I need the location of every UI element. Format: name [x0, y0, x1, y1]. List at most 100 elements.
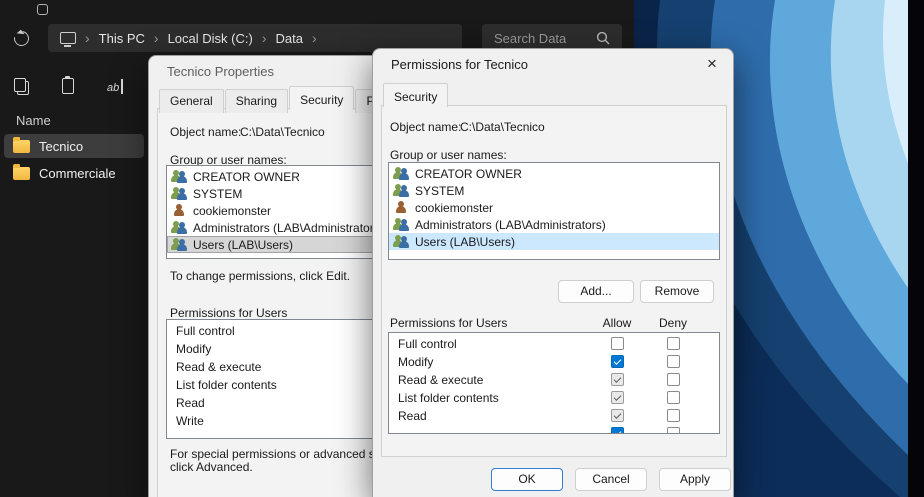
tab-sharing[interactable]: Sharing: [225, 89, 288, 113]
object-name-value: C:\Data\Tecnico: [460, 120, 545, 134]
explorer-toolbar: ab: [14, 76, 123, 96]
this-pc-icon[interactable]: [60, 32, 76, 44]
group-icon: [172, 170, 188, 183]
permission-label: Full control: [398, 337, 457, 351]
permissions-dialog-title-text: Permissions for Tecnico: [391, 57, 528, 72]
folder-icon: [13, 167, 30, 180]
group-icon: [394, 184, 410, 197]
permissions-tabs: Security: [383, 83, 449, 107]
screen-edge-strip: [908, 0, 924, 497]
list-item[interactable]: SYSTEM: [389, 182, 719, 199]
user-icon: [394, 201, 410, 214]
deny-checkbox[interactable]: [667, 427, 680, 434]
group-names-list[interactable]: CREATOR OWNER SYSTEM cookiemonster Admin…: [388, 162, 720, 260]
permissions-for-users-label: Permissions for Users: [390, 316, 507, 330]
object-name-value: C:\Data\Tecnico: [240, 125, 325, 139]
list-item[interactable]: cookiemonster: [389, 199, 719, 216]
permissions-dialog-title: Permissions for Tecnico ×: [373, 49, 733, 79]
folder-label: Commerciale: [39, 166, 116, 181]
security-tab-page: Object name: C:\Data\Tecnico Group or us…: [381, 105, 727, 457]
permission-label: List folder contents: [398, 391, 499, 405]
group-icon: [394, 167, 410, 180]
deny-checkbox[interactable]: [667, 409, 680, 422]
object-name-label: Object name:: [390, 120, 461, 134]
user-icon: [172, 204, 188, 217]
tab-general[interactable]: General: [159, 89, 224, 113]
copy-icon[interactable]: [14, 78, 29, 95]
permission-label: Read & execute: [398, 373, 483, 387]
allow-checkbox[interactable]: [611, 337, 624, 350]
ok-button[interactable]: OK: [491, 468, 563, 491]
paste-icon[interactable]: [62, 78, 74, 94]
allow-checkbox[interactable]: [611, 373, 624, 386]
cancel-button[interactable]: Cancel: [575, 468, 647, 491]
permission-row[interactable]: [389, 425, 719, 434]
refresh-icon[interactable]: [11, 28, 32, 49]
search-placeholder: Search Data: [494, 31, 566, 46]
permission-row[interactable]: List folder contents: [389, 389, 719, 407]
list-item-label: CREATOR OWNER: [193, 170, 300, 184]
breadcrumb-local-disk[interactable]: Local Disk (C:): [168, 31, 253, 46]
allow-checkbox[interactable]: [611, 355, 624, 368]
allow-checkbox[interactable]: [611, 409, 624, 422]
allow-checkbox[interactable]: [611, 427, 624, 434]
permissions-list[interactable]: Full control Modify Read & execute List …: [388, 332, 720, 434]
deny-column-header: Deny: [648, 316, 698, 330]
list-item[interactable]: CREATOR OWNER: [389, 165, 719, 182]
folder-item-tecnico[interactable]: Tecnico: [4, 134, 144, 158]
list-item-label: Administrators (LAB\Administrators): [415, 218, 606, 232]
group-icon: [394, 218, 410, 231]
advanced-hint-line1: For special permissions or advanced sett…: [170, 447, 404, 461]
list-item-label: CREATOR OWNER: [415, 167, 522, 181]
add-button[interactable]: Add...: [558, 280, 634, 303]
breadcrumb-separator: ›: [312, 30, 317, 46]
close-icon[interactable]: ×: [691, 49, 733, 79]
group-icon: [172, 187, 188, 200]
permission-row[interactable]: Read: [389, 407, 719, 425]
list-item-selected[interactable]: Users (LAB\Users): [389, 233, 719, 250]
list-item-label: cookiemonster: [193, 204, 271, 218]
column-header-name[interactable]: Name: [16, 113, 51, 128]
breadcrumb-separator: ›: [262, 30, 267, 46]
tab-security[interactable]: Security: [289, 86, 354, 110]
permission-row[interactable]: Read & execute: [389, 371, 719, 389]
tab-security[interactable]: Security: [383, 83, 448, 107]
advanced-hint-line2: click Advanced.: [170, 460, 253, 474]
remove-button[interactable]: Remove: [640, 280, 714, 303]
permissions-dialog: Permissions for Tecnico × Security Objec…: [372, 48, 734, 497]
group-icon: [394, 235, 410, 248]
deny-checkbox[interactable]: [667, 355, 680, 368]
list-item-label: Users (LAB\Users): [193, 238, 293, 252]
edit-hint-text: To change permissions, click Edit.: [170, 269, 350, 283]
folder-item-commerciale[interactable]: Commerciale: [4, 161, 144, 185]
list-item-label: Administrators (LAB\Administrators): [193, 221, 384, 235]
properties-dialog-title-text: Tecnico Properties: [167, 64, 274, 79]
list-item[interactable]: Administrators (LAB\Administrators): [389, 216, 719, 233]
group-icon: [172, 221, 188, 234]
breadcrumb-this-pc[interactable]: This PC: [99, 31, 145, 46]
rename-icon[interactable]: ab: [107, 79, 123, 94]
breadcrumb-data[interactable]: Data: [276, 31, 303, 46]
permission-label: Read: [398, 409, 427, 423]
folder-icon: [13, 140, 30, 153]
object-name-label: Object name:: [170, 125, 241, 139]
group-names-label: Group or user names:: [390, 148, 507, 162]
permission-row[interactable]: Modify: [389, 353, 719, 371]
group-icon: [172, 238, 188, 251]
deny-checkbox[interactable]: [667, 373, 680, 386]
permission-row[interactable]: Full control: [389, 335, 719, 353]
list-item-label: cookiemonster: [415, 201, 493, 215]
permission-label: Modify: [398, 355, 433, 369]
folder-label: Tecnico: [39, 139, 83, 154]
explorer-tab-icon[interactable]: [37, 4, 48, 15]
breadcrumb-separator: ›: [85, 30, 90, 46]
allow-checkbox[interactable]: [611, 391, 624, 404]
breadcrumb-separator: ›: [154, 30, 159, 46]
allow-column-header: Allow: [592, 316, 642, 330]
permissions-for-users-label: Permissions for Users: [170, 306, 287, 320]
deny-checkbox[interactable]: [667, 337, 680, 350]
search-icon: [596, 31, 610, 45]
deny-checkbox[interactable]: [667, 391, 680, 404]
apply-button[interactable]: Apply: [659, 468, 731, 491]
list-item-label: SYSTEM: [193, 187, 242, 201]
